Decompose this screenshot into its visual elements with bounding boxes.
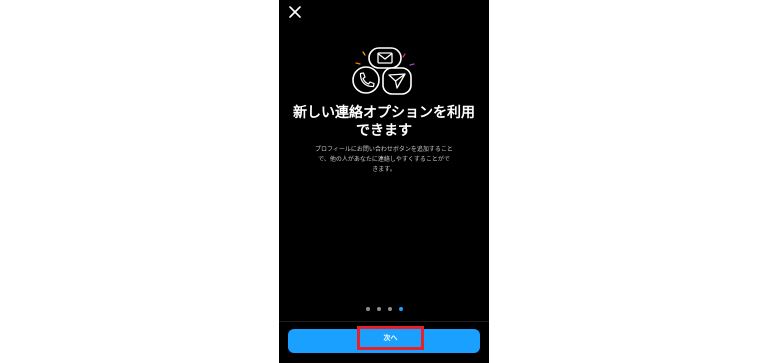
page-dot-4-active [398, 307, 403, 311]
dialog-description: プロフィールにお問い合わせボタンを追加すること で、他の人があなたに連絡しやすく… [315, 146, 453, 173]
close-icon [289, 6, 301, 18]
close-button[interactable] [287, 4, 303, 20]
mail-icon [368, 47, 402, 69]
pagination-dots [279, 307, 489, 313]
highlight-box: 次へ [357, 326, 424, 350]
contact-options-illustration [352, 47, 415, 95]
page-dot-2 [376, 307, 381, 311]
dialog-title: 新しい連絡オプションを利用 できます [293, 105, 475, 139]
next-button[interactable]: 次へ [288, 326, 480, 353]
page-dot-1 [365, 307, 370, 311]
contact-options-screen: 新しい連絡オプションを利用 できます プロフィールにお問い合わせボタンを追加する… [279, 0, 489, 363]
send-icon [382, 67, 412, 95]
next-button-label: 次へ [383, 335, 398, 342]
phone-icon [352, 66, 380, 94]
footer-divider [279, 321, 489, 322]
page-dot-3 [387, 307, 392, 311]
